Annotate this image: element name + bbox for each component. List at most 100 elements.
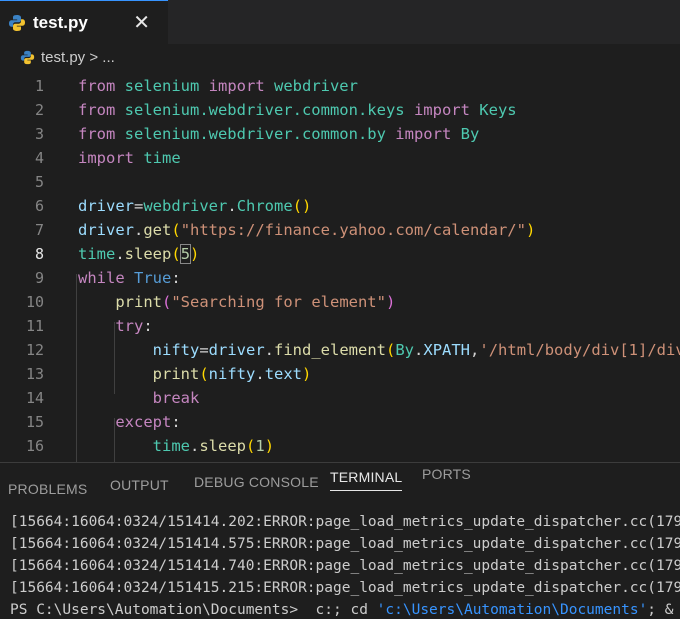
code-line[interactable]: 5 <box>0 170 680 194</box>
code-line[interactable]: 1 from selenium import webdriver <box>0 74 680 98</box>
breadcrumb: test.py > ... <box>0 44 680 70</box>
tab-terminal[interactable]: TERMINAL <box>330 469 403 491</box>
tab-ports[interactable]: PORTS <box>422 466 471 482</box>
code-line[interactable]: 3 from selenium.webdriver.common.by impor… <box>0 122 680 146</box>
code-token: selenium.webdriver.common.by <box>115 125 396 143</box>
panel-tab-bar: PROBLEMS OUTPUT DEBUG CONSOLE TERMINAL P… <box>0 463 680 503</box>
code-token: selenium <box>115 77 209 95</box>
bottom-panel: PROBLEMS OUTPUT DEBUG CONSOLE TERMINAL P… <box>0 462 680 619</box>
terminal-output[interactable]: [15664:16064:0324/151414.202:ERROR:page_… <box>0 511 680 619</box>
terminal-token: ; cd <box>333 602 377 618</box>
code-token: = <box>134 197 144 215</box>
code-token: 5 <box>179 244 192 264</box>
code-text: nifty=driver.find_element(By.XPATH,'/htm… <box>78 338 680 362</box>
close-icon[interactable]: ✕ <box>133 10 150 35</box>
line-number: 16 <box>25 437 44 455</box>
code-line[interactable]: 8 time.sleep(5) <box>0 242 680 266</box>
code-token: try <box>115 317 144 335</box>
code-token: . <box>189 437 200 455</box>
code-token: ( <box>171 221 181 239</box>
editor-tab-bar: test.py ✕ <box>0 0 680 44</box>
terminal-token: [15664:16064:0324/151414.575:ERROR:page_… <box>10 536 680 552</box>
line-number: 6 <box>34 197 44 215</box>
code-token: webdriver <box>264 77 358 95</box>
code-token: except <box>115 413 172 431</box>
code-text: driver.get("https://finance.yahoo.com/ca… <box>78 218 535 242</box>
code-token: find_element <box>274 341 386 359</box>
code-line[interactable]: 14 break <box>0 386 680 410</box>
tab-problems[interactable]: PROBLEMS <box>8 481 87 497</box>
code-token: = <box>199 341 209 359</box>
code-text: print(nifty.text) <box>78 362 312 386</box>
code-text: driver=webdriver.Chrome() <box>78 194 311 218</box>
line-number: 3 <box>34 125 44 143</box>
code-token: print <box>152 365 200 383</box>
code-token: XPATH <box>423 341 471 359</box>
code-token: while <box>78 269 125 287</box>
terminal-token: c: <box>315 602 334 618</box>
code-token: break <box>152 389 200 407</box>
code-line[interactable]: 16 time.sleep(1) <box>0 434 680 458</box>
tab-output[interactable]: OUTPUT <box>110 477 169 493</box>
code-token: selenium.webdriver.common.keys <box>115 101 414 119</box>
breadcrumb-symbols[interactable]: ... <box>102 49 115 66</box>
code-line[interactable]: 12 nifty=driver.find_element(By.XPATH,'/… <box>0 338 680 362</box>
code-token: "https://finance.yahoo.com/calendar/" <box>180 221 526 239</box>
code-token: from <box>78 125 116 143</box>
code-token: By <box>395 341 415 359</box>
editor-tab-test-py[interactable]: test.py ✕ <box>0 0 168 44</box>
code-token: Chrome <box>236 197 293 215</box>
code-line[interactable]: 10 print("Searching for element") <box>0 290 680 314</box>
code-line[interactable]: 13 print(nifty.text) <box>0 362 680 386</box>
line-number: 14 <box>25 389 44 407</box>
code-token: . <box>264 341 275 359</box>
code-token: time <box>134 149 181 167</box>
code-token: ( <box>162 293 172 311</box>
code-line[interactable]: 15 except: <box>0 410 680 434</box>
code-line[interactable]: 6 driver=webdriver.Chrome() <box>0 194 680 218</box>
line-number: 4 <box>34 149 44 167</box>
code-token: , <box>470 341 480 359</box>
code-text: import time <box>78 146 181 170</box>
terminal-line: [15664:16064:0324/151415.215:ERROR:page_… <box>10 577 680 599</box>
line-number: 13 <box>25 365 44 383</box>
code-token: By <box>451 125 480 143</box>
code-token: ) <box>190 245 200 263</box>
code-text: print("Searching for element") <box>78 290 395 314</box>
code-token: import <box>208 77 265 95</box>
terminal-token: [15664:16064:0324/151415.215:ERROR:page_… <box>10 580 680 596</box>
code-text: from selenium import webdriver <box>78 74 358 98</box>
breadcrumb-file[interactable]: test.py <box>41 49 85 66</box>
terminal-token: [15664:16064:0324/151414.740:ERROR:page_… <box>10 558 680 574</box>
code-text: from selenium.webdriver.common.by import… <box>78 122 479 146</box>
code-line[interactable]: 9 while True: <box>0 266 680 290</box>
code-line[interactable]: 4 import time <box>0 146 680 170</box>
code-token: '/html/body/div[1]/div/ <box>479 341 680 359</box>
line-number: 7 <box>34 221 44 239</box>
code-token: import <box>78 149 134 167</box>
code-token: driver <box>78 221 134 239</box>
code-line[interactable]: 2 from selenium.webdriver.common.keys imp… <box>0 98 680 122</box>
terminal-token: PS C:\Users\Automation\Documents> <box>10 602 316 618</box>
line-number: 9 <box>34 269 44 287</box>
code-line[interactable]: 11 try: <box>0 314 680 338</box>
code-token: driver <box>208 341 265 359</box>
code-editor[interactable]: 1 from selenium import webdriver 2 from sel… <box>0 70 680 462</box>
line-number: 15 <box>25 413 44 431</box>
code-token: 1 <box>255 437 265 455</box>
code-token: text <box>264 365 303 383</box>
terminal-line: [15664:16064:0324/151414.202:ERROR:page_… <box>10 511 680 533</box>
code-token: Keys <box>469 101 517 119</box>
code-text: while True: <box>78 266 181 290</box>
code-token: : <box>171 269 181 287</box>
code-token: True <box>134 269 172 287</box>
code-line[interactable]: 7 driver.get("https://finance.yahoo.com/c… <box>0 218 680 242</box>
tab-debug-console[interactable]: DEBUG CONSOLE <box>194 474 319 490</box>
code-token: ( <box>171 245 181 263</box>
code-token: import <box>395 125 452 143</box>
